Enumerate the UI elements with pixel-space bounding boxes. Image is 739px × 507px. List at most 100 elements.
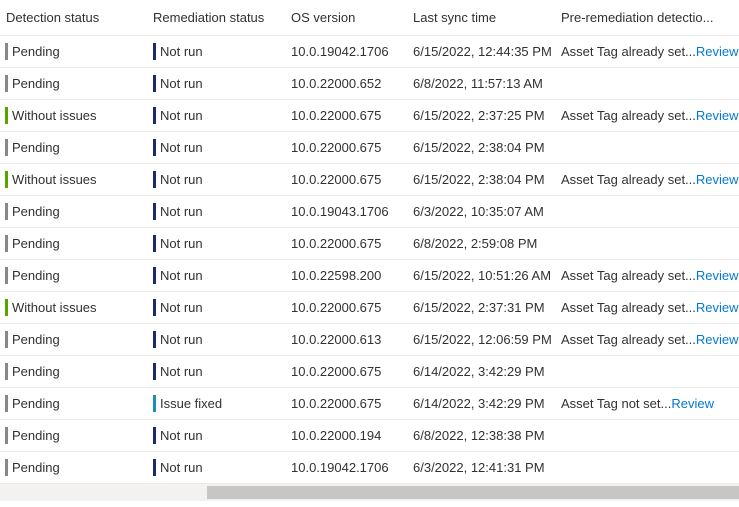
remediation-status-indicator [153, 395, 156, 412]
detection-status-indicator [5, 459, 8, 476]
table-row[interactable]: Pending Not run 10.0.22000.675 6/14/2022, 3… [0, 356, 739, 388]
table-row[interactable]: Pending Not run 10.0.22000.652 6/8/2022, 11… [0, 68, 739, 100]
os-version-cell: 10.0.22000.613 [291, 332, 382, 347]
detection-status-indicator [5, 299, 8, 316]
os-version-cell: 10.0.22000.675 [291, 140, 382, 155]
detection-status-indicator [5, 331, 8, 348]
last-sync-time-cell: 6/14/2022, 3:42:29 PM [413, 396, 545, 411]
pre-remediation-detection-text: Asset Tag already set... [561, 268, 696, 283]
column-header-last-sync-time[interactable]: Last sync time [413, 10, 496, 25]
column-header-pre-remediation-detection[interactable]: Pre-remediation detectio... [561, 10, 713, 25]
last-sync-time-cell: 6/3/2022, 12:41:31 PM [413, 460, 545, 475]
remediation-status-cell: Not run [160, 428, 203, 443]
os-version-cell: 10.0.22000.675 [291, 108, 382, 123]
table-row[interactable]: Pending Not run 10.0.19043.1706 6/3/2022, 1… [0, 196, 739, 228]
table-row[interactable]: Without issues Not run 10.0.22000.675 6/15/… [0, 164, 739, 196]
horizontal-scrollbar[interactable] [0, 484, 739, 501]
last-sync-time-cell: 6/15/2022, 2:38:04 PM [413, 140, 545, 155]
detection-status-indicator [5, 43, 8, 60]
remediation-status-indicator [153, 427, 156, 444]
last-sync-time-cell: 6/15/2022, 12:06:59 PM [413, 332, 552, 347]
detection-status-indicator [5, 107, 8, 124]
device-status-grid: Detection status Remediation status OS v… [0, 0, 739, 484]
detection-status-cell: Without issues [12, 300, 97, 315]
detection-status-cell: Pending [12, 204, 60, 219]
column-header-detection-status[interactable]: Detection status [6, 10, 99, 25]
remediation-status-cell: Not run [160, 172, 203, 187]
pre-remediation-detection-cell: Asset Tag not set...Review [561, 396, 714, 411]
detection-status-cell: Without issues [12, 108, 97, 123]
detection-status-indicator [5, 139, 8, 156]
last-sync-time-cell: 6/8/2022, 2:59:08 PM [413, 236, 538, 251]
detection-status-cell: Pending [12, 364, 60, 379]
column-header-os-version[interactable]: OS version [291, 10, 355, 25]
detection-status-indicator [5, 363, 8, 380]
detection-status-cell: Pending [12, 460, 60, 475]
table-row[interactable]: Without issues Not run 10.0.22000.675 6/15/… [0, 292, 739, 324]
table-row[interactable]: Without issues Not run 10.0.22000.675 6/15/… [0, 100, 739, 132]
review-link[interactable]: Review [696, 172, 739, 187]
review-link[interactable]: Review [696, 332, 739, 347]
pre-remediation-detection-text: Asset Tag already set... [561, 300, 696, 315]
scrollbar-thumb[interactable] [207, 486, 739, 499]
os-version-cell: 10.0.22598.200 [291, 268, 382, 283]
review-link[interactable]: Review [696, 108, 739, 123]
column-header-remediation-status[interactable]: Remediation status [153, 10, 264, 25]
os-version-cell: 10.0.19043.1706 [291, 204, 389, 219]
pre-remediation-detection-text: Asset Tag already set... [561, 332, 696, 347]
detection-status-cell: Pending [12, 236, 60, 251]
pre-remediation-detection-text: Asset Tag already set... [561, 44, 696, 59]
remediation-status-cell: Not run [160, 364, 203, 379]
pre-remediation-detection-cell: Asset Tag already set...Review [561, 268, 739, 283]
pre-remediation-detection-text: Asset Tag already set... [561, 172, 696, 187]
detection-status-indicator [5, 235, 8, 252]
remediation-status-indicator [153, 459, 156, 476]
detection-status-cell: Pending [12, 268, 60, 283]
pre-remediation-detection-cell: Asset Tag already set...Review [561, 44, 739, 59]
last-sync-time-cell: 6/8/2022, 12:38:38 PM [413, 428, 545, 443]
last-sync-time-cell: 6/15/2022, 2:38:04 PM [413, 172, 545, 187]
remediation-status-cell: Issue fixed [160, 396, 223, 411]
remediation-status-indicator [153, 235, 156, 252]
remediation-status-indicator [153, 267, 156, 284]
table-row[interactable]: Pending Not run 10.0.22598.200 6/15/2022, 1… [0, 260, 739, 292]
os-version-cell: 10.0.22000.675 [291, 236, 382, 251]
detection-status-indicator [5, 427, 8, 444]
detection-status-cell: Without issues [12, 172, 97, 187]
remediation-status-indicator [153, 171, 156, 188]
table-row[interactable]: Pending Not run 10.0.22000.613 6/15/2022, 1… [0, 324, 739, 356]
review-link[interactable]: Review [671, 396, 714, 411]
pre-remediation-detection-cell: Asset Tag already set...Review [561, 300, 739, 315]
os-version-cell: 10.0.22000.675 [291, 172, 382, 187]
table-row[interactable]: Pending Not run 10.0.19042.1706 6/3/2022, 1… [0, 452, 739, 484]
os-version-cell: 10.0.22000.675 [291, 396, 382, 411]
remediation-status-cell: Not run [160, 140, 203, 155]
grid-body: Pending Not run 10.0.19042.1706 6/15/2022, … [0, 36, 739, 484]
table-row[interactable]: Pending Not run 10.0.22000.675 6/8/2022, 2:… [0, 228, 739, 260]
pre-remediation-detection-text: Asset Tag not set... [561, 396, 672, 411]
remediation-status-cell: Not run [160, 332, 203, 347]
table-row[interactable]: Pending Not run 10.0.22000.675 6/15/2022, 2… [0, 132, 739, 164]
os-version-cell: 10.0.22000.194 [291, 428, 382, 443]
review-link[interactable]: Review [696, 44, 739, 59]
review-link[interactable]: Review [696, 300, 739, 315]
table-row[interactable]: Pending Not run 10.0.19042.1706 6/15/2022, … [0, 36, 739, 68]
detection-status-cell: Pending [12, 140, 60, 155]
review-link[interactable]: Review [696, 268, 739, 283]
last-sync-time-cell: 6/14/2022, 3:42:29 PM [413, 364, 545, 379]
remediation-status-cell: Not run [160, 204, 203, 219]
os-version-cell: 10.0.22000.675 [291, 300, 382, 315]
last-sync-time-cell: 6/15/2022, 12:44:35 PM [413, 44, 552, 59]
remediation-status-cell: Not run [160, 44, 203, 59]
table-row[interactable]: Pending Not run 10.0.22000.194 6/8/2022, 12… [0, 420, 739, 452]
detection-status-cell: Pending [12, 44, 60, 59]
os-version-cell: 10.0.22000.675 [291, 364, 382, 379]
pre-remediation-detection-cell: Asset Tag already set...Review [561, 108, 739, 123]
os-version-cell: 10.0.19042.1706 [291, 44, 389, 59]
remediation-status-indicator [153, 107, 156, 124]
remediation-status-indicator [153, 75, 156, 92]
last-sync-time-cell: 6/8/2022, 11:57:13 AM [413, 76, 543, 91]
pre-remediation-detection-cell: Asset Tag already set...Review [561, 332, 739, 347]
remediation-status-indicator [153, 331, 156, 348]
table-row[interactable]: Pending Issue fixed 10.0.22000.675 6/14/202… [0, 388, 739, 420]
